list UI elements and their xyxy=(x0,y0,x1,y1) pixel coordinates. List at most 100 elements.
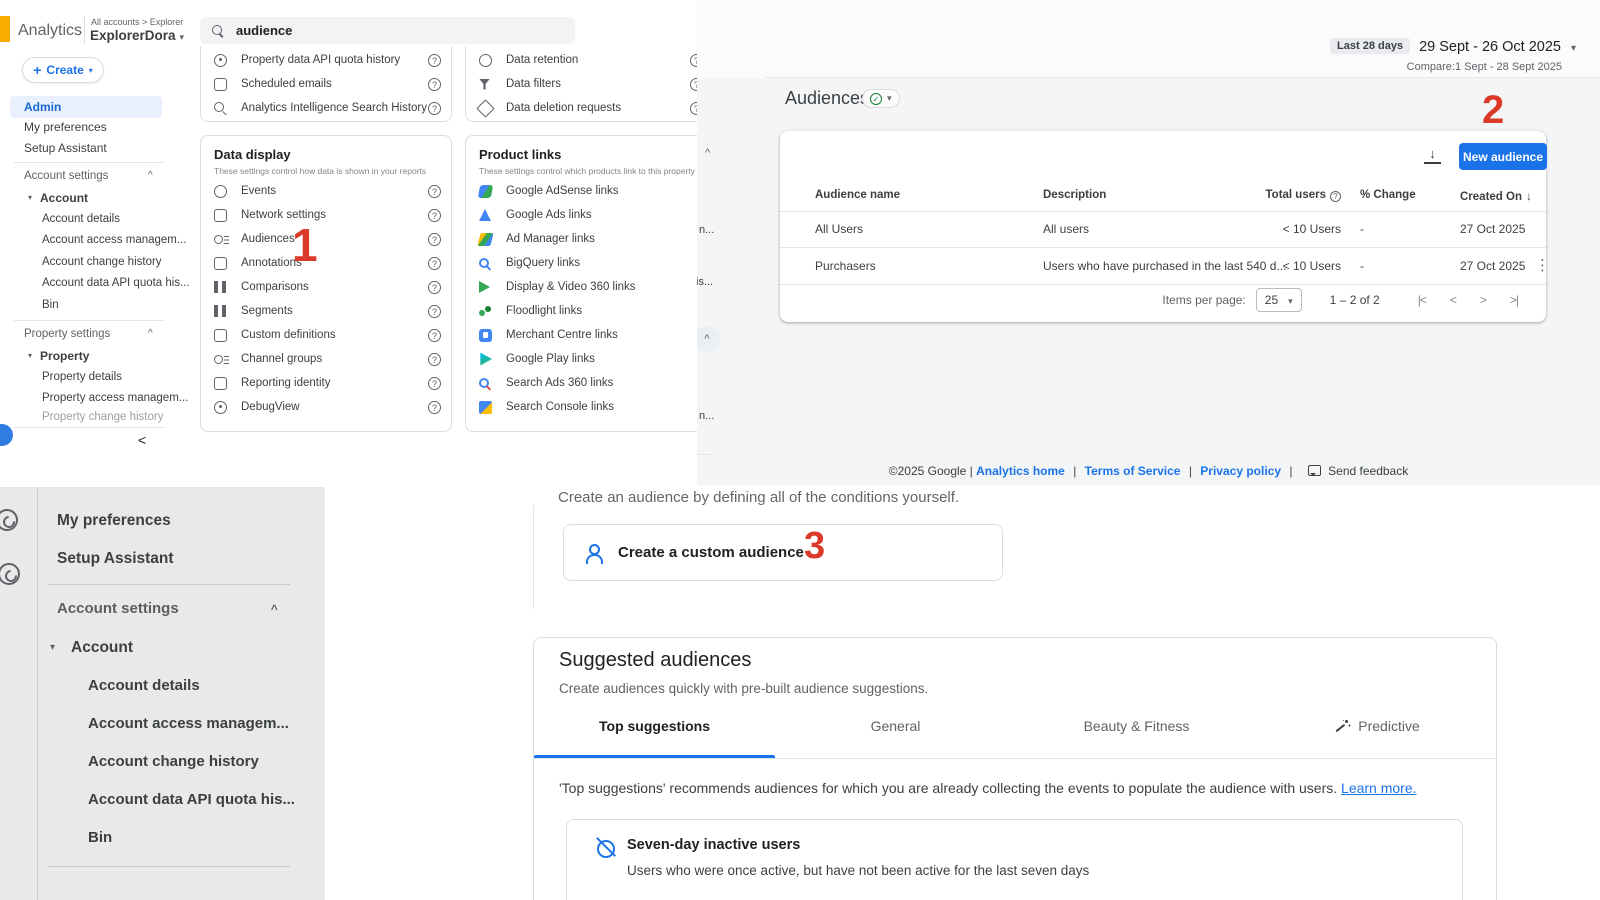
last-page-icon[interactable]: >| xyxy=(1510,293,1518,307)
admin-list-item[interactable]: Data deletion requests ? xyxy=(479,96,697,120)
product-link-item[interactable]: Ad Manager links xyxy=(479,227,697,251)
page-size-select[interactable]: 25▾ xyxy=(1256,288,1302,312)
sidebar-item-admin[interactable]: Admin xyxy=(10,96,162,118)
admin-list-item[interactable]: Comparisons? xyxy=(214,275,441,299)
help-icon[interactable]: ? xyxy=(428,102,441,115)
help-icon[interactable]: ? xyxy=(690,102,697,115)
analytics-home-link[interactable]: Analytics home xyxy=(976,464,1065,478)
help-icon[interactable]: ? xyxy=(428,305,441,318)
product-link-item[interactable]: Google AdSense links xyxy=(479,179,697,203)
product-link-item[interactable]: Merchant Centre links xyxy=(479,323,697,347)
send-feedback-link[interactable]: Send feedback xyxy=(1328,464,1408,478)
col-header-change[interactable]: % Change xyxy=(1360,189,1416,201)
admin-list-item[interactable]: Scheduled emails ? xyxy=(214,72,441,96)
prev-page-icon[interactable]: < xyxy=(1450,293,1456,307)
learn-more-link[interactable]: Learn more. xyxy=(1341,780,1416,796)
help-icon[interactable]: ? xyxy=(428,377,441,390)
collapse-sidebar-icon[interactable]: < xyxy=(138,432,146,448)
tab-general[interactable]: General xyxy=(775,718,1016,734)
date-range-picker[interactable]: Last 28 days29 Sept - 26 Oct 2025▾ Compa… xyxy=(1330,38,1576,73)
avatar[interactable] xyxy=(0,424,13,446)
product-link-item[interactable]: Floodlight links xyxy=(479,299,697,323)
col-header-description[interactable]: Description xyxy=(1043,189,1106,201)
sidebar-item-setup-assistant[interactable]: Setup Assistant xyxy=(57,550,174,568)
admin-list-item[interactable]: Property data API quota history ? xyxy=(214,48,441,72)
admin-list-item[interactable]: Events? xyxy=(214,179,441,203)
tab-beauty-fitness[interactable]: Beauty & Fitness xyxy=(1016,718,1257,734)
sidebar-section-account-settings[interactable]: Account settings^ xyxy=(57,600,278,617)
first-page-icon[interactable]: |< xyxy=(1418,293,1426,307)
sidebar-item-account[interactable]: ▾Account xyxy=(28,191,88,205)
col-header-audience-name[interactable]: Audience name xyxy=(815,189,900,201)
collapse-chevron-icon[interactable]: ^ xyxy=(694,326,720,352)
suggestion-seven-day-inactive[interactable]: Seven-day inactive users Users who were … xyxy=(566,819,1463,900)
sidebar-item-property-details[interactable]: Property details xyxy=(42,371,122,383)
help-icon[interactable]: ? xyxy=(428,353,441,366)
help-icon[interactable]: ? xyxy=(428,401,441,414)
cell-audience-name[interactable]: Purchasers xyxy=(815,259,876,273)
product-link-item[interactable]: BigQuery links xyxy=(479,251,697,275)
sidebar-item-account-quota[interactable]: Account data API quota his... xyxy=(42,277,190,289)
admin-list-item[interactable]: Audiences? xyxy=(214,227,441,251)
help-icon[interactable]: ? xyxy=(428,54,441,67)
tab-top-suggestions[interactable]: Top suggestions xyxy=(534,718,775,734)
help-icon[interactable]: ? xyxy=(428,281,441,294)
sidebar-item-account-access[interactable]: Account access managem... xyxy=(42,234,186,246)
sidebar-item-account-change-history[interactable]: Account change history xyxy=(88,753,259,770)
sidebar-item-my-preferences[interactable]: My preferences xyxy=(57,512,171,530)
product-link-item[interactable]: Google Play links xyxy=(479,347,697,371)
sidebar-item-account-details[interactable]: Account details xyxy=(42,213,120,225)
chevron-down-icon[interactable]: ▾ xyxy=(1571,43,1576,54)
admin-list-item[interactable]: Data filters ? xyxy=(479,72,697,96)
product-link-item[interactable]: Search Ads 360 links xyxy=(479,371,697,395)
admin-list-item[interactable]: Custom definitions? xyxy=(214,323,441,347)
sidebar-item-account-details[interactable]: Account details xyxy=(88,677,200,694)
tab-predictive[interactable]: Predictive xyxy=(1257,718,1498,734)
col-header-total-users[interactable]: Total users? xyxy=(1261,189,1341,202)
help-icon[interactable]: ? xyxy=(428,209,441,222)
sidebar-item-account[interactable]: ▾Account xyxy=(50,639,133,657)
col-header-created-on[interactable]: Created On↓ xyxy=(1460,189,1532,203)
help-icon[interactable]: ? xyxy=(428,257,441,270)
help-icon[interactable]: ? xyxy=(428,78,441,91)
admin-list-item[interactable]: Network settings? xyxy=(214,203,441,227)
download-icon[interactable]: ↓ xyxy=(1424,147,1441,164)
sidebar-section-account-settings[interactable]: Account settings^ xyxy=(24,170,108,182)
product-link-item[interactable]: Google Ads links xyxy=(479,203,697,227)
sidebar-item-setup-assistant[interactable]: Setup Assistant xyxy=(24,141,107,155)
reports-icon[interactable] xyxy=(0,509,18,531)
sidebar-item-account-change-history[interactable]: Account change history xyxy=(42,256,162,268)
cell-audience-name[interactable]: All Users xyxy=(815,222,863,236)
create-custom-audience-button[interactable]: Create a custom audience xyxy=(563,524,1003,581)
admin-list-item[interactable]: Channel groups? xyxy=(214,347,441,371)
sidebar-item-bin[interactable]: Bin xyxy=(88,829,112,846)
admin-list-item[interactable]: Reporting identity? xyxy=(214,371,441,395)
sidebar-item-bin[interactable]: Bin xyxy=(42,299,59,311)
help-icon[interactable]: ? xyxy=(428,185,441,198)
search-input[interactable]: audience xyxy=(200,17,575,44)
explore-icon[interactable] xyxy=(0,563,20,585)
help-icon[interactable]: ? xyxy=(428,233,441,246)
sidebar-item-property[interactable]: ▾Property xyxy=(28,349,89,363)
admin-list-item[interactable]: DebugView? xyxy=(214,395,441,419)
sidebar-item-property-change-history[interactable]: Property change history xyxy=(42,411,163,423)
sidebar-item-account-access[interactable]: Account access managem... xyxy=(88,715,289,732)
create-button[interactable]: + Create ▾ xyxy=(22,57,104,83)
sidebar-item-account-quota[interactable]: Account data API quota his... xyxy=(88,791,295,808)
terms-link[interactable]: Terms of Service xyxy=(1085,464,1181,478)
row-menu-icon[interactable]: ⋮ xyxy=(1535,256,1550,274)
new-audience-button[interactable]: New audience xyxy=(1459,143,1547,170)
admin-list-item[interactable]: Segments? xyxy=(214,299,441,323)
help-icon[interactable]: ? xyxy=(690,54,697,67)
status-badge[interactable]: ✓ ▾ xyxy=(862,89,900,108)
help-icon[interactable]: ? xyxy=(690,78,697,91)
product-link-item[interactable]: Search Console links xyxy=(479,395,697,419)
info-icon[interactable]: ? xyxy=(1330,191,1341,202)
help-icon[interactable]: ? xyxy=(428,329,441,342)
sidebar-item-my-preferences[interactable]: My preferences xyxy=(24,120,107,134)
account-switcher[interactable]: ExplorerDora▾ xyxy=(90,28,184,43)
next-page-icon[interactable]: > xyxy=(1480,293,1486,307)
admin-list-item[interactable]: Analytics Intelligence Search History ? xyxy=(214,96,441,120)
product-link-item[interactable]: Display & Video 360 links xyxy=(479,275,697,299)
privacy-link[interactable]: Privacy policy xyxy=(1200,464,1281,478)
